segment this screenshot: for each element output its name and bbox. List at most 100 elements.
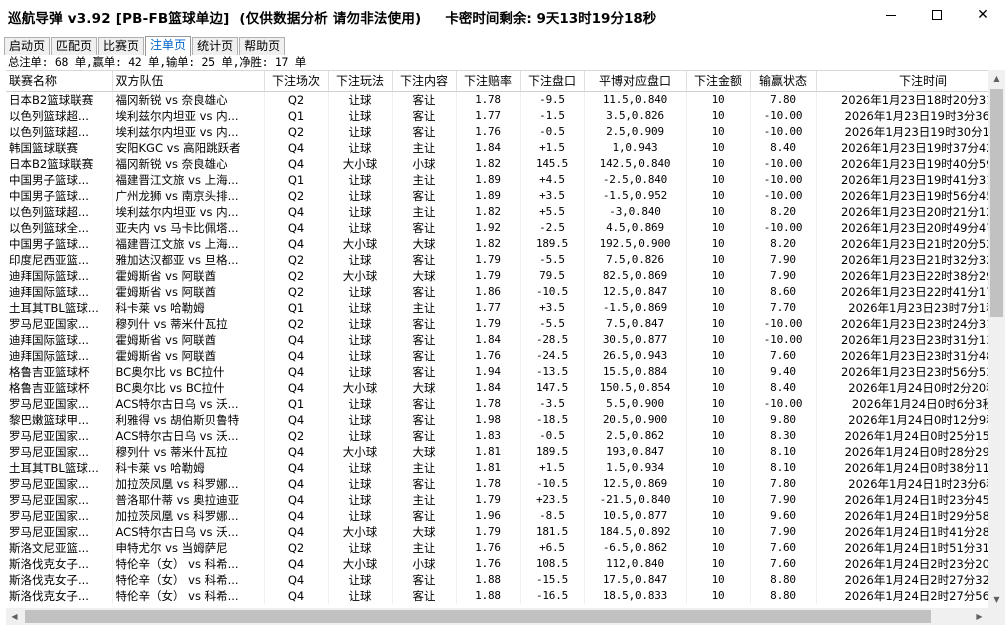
col-league-cell: 迪拜国际篮球... bbox=[6, 331, 113, 348]
col-odds-cell: 1.76 bbox=[456, 555, 521, 572]
col-handicap-header[interactable]: 下注盘口 bbox=[520, 71, 585, 92]
col-pinnacle-line-header[interactable]: 平博对应盘口 bbox=[584, 71, 687, 92]
col-league-header[interactable]: 联赛名称 bbox=[6, 71, 113, 92]
col-bet-content-header[interactable]: 下注内容 bbox=[392, 71, 457, 92]
table-row[interactable]: 格鲁吉亚篮球杯 BC奥尔比 vs BC拉什 Q4 让球 客让 1.94 -13.5 15.5,… bbox=[6, 363, 988, 380]
table-row[interactable]: 中国男子篮球... 福建晋江文旅 vs 上海... Q1 让球 主让 1.89 +4.5 -2… bbox=[6, 171, 988, 188]
table-row[interactable]: 以色列篮球超... 埃利兹尔内坦亚 vs 内... Q1 让球 客让 1.77 -1.5 3.… bbox=[6, 107, 988, 124]
col-pinnacle-line-cell: 150.5,0.854 bbox=[584, 379, 687, 396]
col-teams-cell: 埃利兹尔内坦亚 vs 内... bbox=[112, 123, 265, 140]
table-row[interactable]: 中国男子篮球... 福建晋江文旅 vs 上海... Q4 大小球 大球 1.82 189.5… bbox=[6, 235, 988, 252]
col-bet-content-cell: 客让 bbox=[392, 411, 457, 428]
horizontal-scroll-thumb[interactable] bbox=[25, 610, 931, 623]
table-row[interactable]: 日本B2篮球联赛 福冈新锐 vs 奈良雄心 Q4 大小球 小球 1.82 145.5 142.… bbox=[6, 155, 988, 172]
vertical-scroll-thumb[interactable] bbox=[990, 89, 1003, 317]
scroll-down-icon[interactable]: ▼ bbox=[988, 591, 1005, 608]
table-row[interactable]: 罗马尼亚国家... ACS特尔古日乌 vs 沃... Q1 让球 客让 1.78 -3.5 5… bbox=[6, 395, 988, 412]
col-bet-time-header[interactable]: 下注时间 bbox=[816, 71, 988, 92]
table-row[interactable]: 格鲁吉亚篮球杯 BC奥尔比 vs BC拉什 Q4 大小球 大球 1.84 147.5 150.… bbox=[6, 379, 988, 396]
col-league-cell: 斯洛文尼亚篮... bbox=[6, 539, 113, 556]
col-odds-cell: 1.84 bbox=[456, 331, 521, 348]
scroll-left-icon[interactable]: ◀ bbox=[6, 608, 23, 625]
col-teams-header[interactable]: 双方队伍 bbox=[112, 71, 265, 92]
col-period-header[interactable]: 下注场次 bbox=[264, 71, 329, 92]
table-row[interactable]: 迪拜国际篮球... 霍姆斯省 vs 阿联酋 Q4 让球 客让 1.84 -28.5 30.5,… bbox=[6, 331, 988, 348]
maximize-button[interactable] bbox=[914, 0, 960, 30]
tab-start[interactable]: 启动页 bbox=[4, 37, 51, 55]
col-teams-cell: 亚夫内 vs 马卡比佩塔... bbox=[112, 219, 265, 236]
col-odds-header[interactable]: 下注赔率 bbox=[456, 71, 521, 92]
table-row[interactable]: 罗马尼亚国家... 普洛耶什蒂 vs 奥拉迪亚 Q4 让球 主让 1.79 +23.5 -21… bbox=[6, 491, 988, 508]
col-stake-cell: 10 bbox=[686, 507, 751, 524]
table-row[interactable]: 罗马尼亚国家... 加拉茨凤凰 vs 科罗娜... Q4 让球 客让 1.96 -8.5 10… bbox=[6, 507, 988, 524]
col-bet-content-cell: 客让 bbox=[392, 251, 457, 268]
col-bet-time-cell: 2026年1月23日19时3分36秒 bbox=[816, 107, 988, 124]
col-bet-type-cell: 让球 bbox=[328, 491, 393, 508]
col-bet-type-header[interactable]: 下注玩法 bbox=[328, 71, 393, 92]
table-row[interactable]: 罗马尼亚国家... ACS特尔古日乌 vs 沃... Q2 让球 客让 1.83 -0.5 2… bbox=[6, 427, 988, 444]
table-row[interactable]: 以色列篮球超... 埃利兹尔内坦亚 vs 内... Q4 让球 主让 1.82 +5.5 -3… bbox=[6, 203, 988, 220]
col-teams-cell: 福冈新锐 vs 奈良雄心 bbox=[112, 91, 265, 108]
col-league-cell: 印度尼西亚篮... bbox=[6, 251, 113, 268]
table-row[interactable]: 斯洛文尼亚篮... 申特尤尔 vs 当姆萨尼 Q2 让球 主让 1.76 +6.5 -6.5,… bbox=[6, 539, 988, 556]
table-row[interactable]: 中国男子篮球... 广州龙狮 vs 南京头排... Q2 让球 客让 1.89 +3.5 -1… bbox=[6, 187, 988, 204]
table-row[interactable]: 罗马尼亚国家... 穆列什 vs 蒂米什瓦拉 Q4 大小球 大球 1.81 189.5 193… bbox=[6, 443, 988, 460]
scroll-right-icon[interactable]: ▶ bbox=[971, 608, 988, 625]
col-league-cell: 韩国篮球联赛 bbox=[6, 139, 113, 156]
col-bet-time-cell: 2026年1月24日1时51分31秒 bbox=[816, 539, 988, 556]
col-league-cell: 土耳其TBL篮球... bbox=[6, 299, 113, 316]
close-button[interactable]: ✕ bbox=[960, 0, 1006, 30]
col-teams-cell: 雅加达汉都亚 vs 旦格... bbox=[112, 251, 265, 268]
col-period-cell: Q4 bbox=[264, 139, 329, 156]
minimize-button[interactable] bbox=[868, 0, 914, 30]
tab-stats[interactable]: 统计页 bbox=[192, 37, 239, 55]
vertical-scrollbar[interactable]: ▲ ▼ bbox=[988, 70, 1005, 608]
col-bet-time-cell: 2026年1月23日20时49分47秒 bbox=[816, 219, 988, 236]
col-period-cell: Q2 bbox=[264, 251, 329, 268]
col-bet-type-cell: 让球 bbox=[328, 203, 393, 220]
table-row[interactable]: 斯洛伐克女子... 特伦辛（女） vs 科希... Q4 大小球 小球 1.76 108.5… bbox=[6, 555, 988, 572]
col-bet-content-cell: 主让 bbox=[392, 139, 457, 156]
table-row[interactable]: 罗马尼亚国家... ACS特尔古日乌 vs 沃... Q4 大小球 大球 1.79 181.… bbox=[6, 523, 988, 540]
col-bet-time-cell: 2026年1月23日19时41分31秒 bbox=[816, 171, 988, 188]
table-row[interactable]: 土耳其TBL篮球... 科卡莱 vs 哈勒姆 Q1 让球 主让 1.77 +3.5 -1.5,… bbox=[6, 299, 988, 316]
table-row[interactable]: 日本B2篮球联赛 福冈新锐 vs 奈良雄心 Q2 让球 客让 1.78 -9.5 11.5,0… bbox=[6, 91, 988, 108]
table-row[interactable]: 以色列篮球全... 亚夫内 vs 马卡比佩塔... Q4 让球 客让 1.92 -2.5 4.… bbox=[6, 219, 988, 236]
col-period-cell: Q4 bbox=[264, 443, 329, 460]
table-row[interactable]: 迪拜国际篮球... 霍姆斯省 vs 阿联酋 Q2 让球 客让 1.86 -10.5 12.5,… bbox=[6, 283, 988, 300]
col-bet-type-cell: 大小球 bbox=[328, 555, 393, 572]
col-result-cell: -10.00 bbox=[750, 331, 817, 348]
table-row[interactable]: 迪拜国际篮球... 霍姆斯省 vs 阿联酋 Q4 让球 客让 1.76 -24.5 26.5,… bbox=[6, 347, 988, 364]
col-bet-time-cell: 2026年1月24日0时25分15秒 bbox=[816, 427, 988, 444]
table-row[interactable]: 黎巴嫩篮球甲... 利雅得 vs 胡伯斯贝鲁特 Q4 让球 客让 1.98 -18.5 20.… bbox=[6, 411, 988, 428]
table-row[interactable]: 斯洛伐克女子... 特伦辛（女） vs 科希... Q4 让球 客让 1.88 -16.5 1… bbox=[6, 587, 988, 604]
horizontal-scrollbar[interactable]: ◀ ▶ bbox=[6, 608, 988, 625]
table-row[interactable]: 以色列篮球超... 埃利兹尔内坦亚 vs 内... Q2 让球 客让 1.76 -0.5 2.… bbox=[6, 123, 988, 140]
tab-match[interactable]: 匹配页 bbox=[51, 37, 98, 55]
table-row[interactable]: 土耳其TBL篮球... 科卡莱 vs 哈勒姆 Q4 让球 主让 1.81 +1.5 1.5,0… bbox=[6, 459, 988, 476]
col-odds-cell: 1.81 bbox=[456, 459, 521, 476]
table-row[interactable]: 罗马尼亚国家... 加拉茨凤凰 vs 科罗娜... Q4 让球 客让 1.78 -10.5 1… bbox=[6, 475, 988, 492]
table-row[interactable]: 迪拜国际篮球... 霍姆斯省 vs 阿联酋 Q2 大小球 大球 1.79 79.5 82.5,… bbox=[6, 267, 988, 284]
col-bet-content-cell: 客让 bbox=[392, 107, 457, 124]
tab-game[interactable]: 比赛页 bbox=[98, 37, 145, 55]
col-period-cell: Q2 bbox=[264, 91, 329, 108]
col-handicap-cell: +3.5 bbox=[520, 299, 585, 316]
table-row[interactable]: 斯洛伐克女子... 特伦辛（女） vs 科希... Q4 让球 客让 1.88 -15.5 1… bbox=[6, 571, 988, 588]
tab-bets[interactable]: 注单页 bbox=[145, 36, 192, 56]
col-league-cell: 罗马尼亚国家... bbox=[6, 443, 113, 460]
col-stake-header[interactable]: 下注金额 bbox=[686, 71, 751, 92]
table-row[interactable]: 韩国篮球联赛 安阳KGC vs 高阳跳跃者 Q4 让球 主让 1.84 +1.5 1,0.94… bbox=[6, 139, 988, 156]
col-stake-cell: 10 bbox=[686, 203, 751, 220]
table-row[interactable]: 印度尼西亚篮... 雅加达汉都亚 vs 旦格... Q2 让球 客让 1.79 -5.5 7.… bbox=[6, 251, 988, 268]
col-teams-cell: ACS特尔古日乌 vs 沃... bbox=[112, 523, 265, 540]
tab-help[interactable]: 帮助页 bbox=[239, 37, 286, 55]
col-bet-time-cell: 2026年1月24日2时27分56秒 bbox=[816, 587, 988, 604]
col-bet-type-cell: 大小球 bbox=[328, 235, 393, 252]
col-period-cell: Q2 bbox=[264, 539, 329, 556]
col-stake-cell: 10 bbox=[686, 219, 751, 236]
col-result-header[interactable]: 输赢状态 bbox=[750, 71, 817, 92]
scroll-up-icon[interactable]: ▲ bbox=[988, 70, 1005, 87]
col-stake-cell: 10 bbox=[686, 187, 751, 204]
table-row[interactable]: 罗马尼亚国家... 穆列什 vs 蒂米什瓦拉 Q2 让球 客让 1.79 -5.5 7.5,0… bbox=[6, 315, 988, 332]
